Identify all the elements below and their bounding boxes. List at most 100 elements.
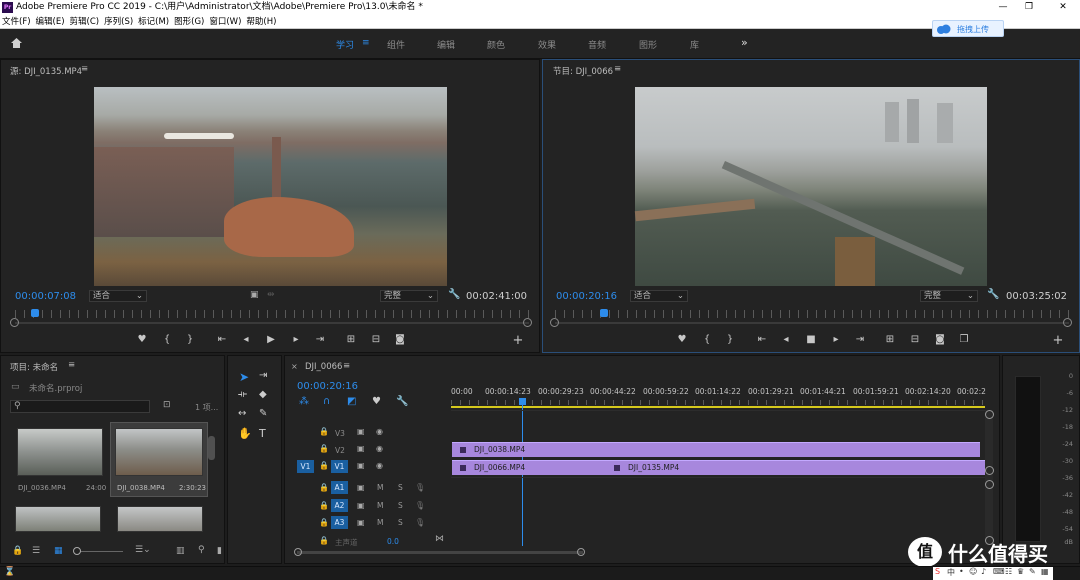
- mute-button[interactable]: M: [377, 501, 383, 510]
- source-patch-v1[interactable]: V1: [297, 460, 314, 473]
- scroll-handle-mid2[interactable]: [985, 480, 994, 489]
- track-select-tool-icon[interactable]: ⇥: [259, 370, 267, 381]
- home-icon[interactable]: [10, 37, 23, 49]
- track-target-a1[interactable]: A1: [331, 481, 348, 494]
- track-target-a2[interactable]: A2: [331, 499, 348, 512]
- mute-button[interactable]: M: [377, 483, 383, 492]
- project-title[interactable]: 项目: 未命名: [10, 361, 58, 373]
- project-search-input[interactable]: ⚲: [10, 400, 150, 413]
- panel-menu-icon[interactable]: ≡: [81, 64, 88, 74]
- minimize-button[interactable]: —: [990, 0, 1016, 15]
- button-editor-icon[interactable]: +: [511, 333, 525, 348]
- step-back-icon[interactable]: ◂: [779, 334, 793, 345]
- wrench-icon[interactable]: 🔧: [448, 289, 460, 300]
- ime-menu-icon[interactable]: ▦: [1041, 567, 1049, 576]
- track-lock-icon[interactable]: 🔒: [319, 461, 329, 470]
- timeline-horizontal-scroll[interactable]: [297, 551, 583, 554]
- overwrite-icon[interactable]: ⊟: [369, 334, 383, 345]
- playhead-handle[interactable]: [519, 398, 526, 405]
- slip-tool-icon[interactable]: ↔: [238, 408, 246, 419]
- ripple-edit-tool-icon[interactable]: ⟛: [238, 389, 247, 400]
- workspace-tab-learn[interactable]: 学习: [336, 38, 354, 51]
- workspace-tab-libraries[interactable]: 库: [690, 38, 699, 51]
- menu-help[interactable]: 帮助(H): [246, 15, 276, 29]
- timeline-tab[interactable]: DJI_0066: [305, 362, 342, 372]
- scroll-handle-top[interactable]: [985, 410, 994, 419]
- zoom-slider[interactable]: [75, 551, 123, 552]
- automate-icon[interactable]: ▥: [176, 546, 185, 556]
- snap-icon[interactable]: ∩: [323, 396, 330, 407]
- track-lock-icon[interactable]: 🔒: [319, 427, 329, 436]
- sync-lock-icon[interactable]: ▣: [357, 518, 365, 527]
- add-marker-icon[interactable]: ♥: [135, 334, 149, 345]
- source-monitor-title[interactable]: 源: DJI_0135.MP4: [10, 65, 82, 77]
- restore-button[interactable]: ❐: [1016, 0, 1042, 15]
- track-lock-icon[interactable]: 🔒: [319, 501, 329, 510]
- timeline-vertical-scroll[interactable]: [985, 410, 993, 545]
- export-frame-icon[interactable]: ⇹: [267, 290, 275, 300]
- pen-tool-icon[interactable]: ✎: [259, 408, 267, 419]
- workspace-tab-editing[interactable]: 编辑: [437, 38, 455, 51]
- status-icon[interactable]: ⌛: [4, 567, 15, 577]
- sync-lock-icon[interactable]: ▣: [357, 427, 365, 436]
- source-playhead-timecode[interactable]: 00:00:07:08: [15, 291, 76, 302]
- insert-icon[interactable]: ⊞: [344, 334, 358, 345]
- ime-punct-icon[interactable]: •: [959, 567, 964, 576]
- step-forward-icon[interactable]: ▸: [289, 334, 303, 345]
- mark-in-icon[interactable]: {: [160, 334, 174, 345]
- source-time-ruler[interactable]: [15, 310, 529, 318]
- program-monitor-title[interactable]: 节目: DJI_0066: [553, 65, 613, 77]
- workspace-tab-audio[interactable]: 音频: [588, 38, 606, 51]
- sort-icon[interactable]: ☰⌄: [135, 545, 151, 555]
- sync-lock-icon[interactable]: ▣: [357, 461, 365, 470]
- workspace-tab-effects[interactable]: 效果: [538, 38, 556, 51]
- lock-icon[interactable]: 🔒: [12, 546, 23, 556]
- program-zoom-bar[interactable]: [555, 322, 1069, 324]
- go-to-in-icon[interactable]: ⇤: [755, 334, 769, 345]
- play-icon[interactable]: ▶: [264, 334, 278, 345]
- timeline-ruler-ticks[interactable]: [451, 400, 985, 405]
- timeline-clip-v2[interactable]: DJI_0038.MP4: [452, 442, 980, 457]
- sync-lock-icon[interactable]: ▣: [357, 501, 365, 510]
- razor-tool-icon[interactable]: ◆: [259, 389, 267, 400]
- clip-thumbnail-0036[interactable]: [17, 428, 103, 476]
- track-target-v1[interactable]: V1: [331, 460, 348, 473]
- clip-thumbnail-next[interactable]: [117, 506, 203, 532]
- compare-view-icon[interactable]: ❐: [957, 334, 971, 345]
- clip-thumbnail-0038[interactable]: [115, 428, 203, 476]
- ime-toolbar[interactable]: S 中 • ☺ ♪ ⌨ ☷ ♛ ✎ ▦: [933, 567, 1053, 580]
- mark-out-icon[interactable]: }: [723, 334, 737, 345]
- program-fit-select[interactable]: 适合 ⌄: [630, 290, 688, 302]
- eye-icon[interactable]: ◉: [376, 444, 383, 453]
- timeline-settings-icon[interactable]: 🔧: [396, 396, 408, 407]
- find-icon[interactable]: ⚲: [198, 545, 205, 555]
- sync-lock-icon[interactable]: ▣: [357, 483, 365, 492]
- button-editor-icon[interactable]: +: [1051, 333, 1065, 348]
- nest-icon[interactable]: ⁂: [299, 396, 309, 407]
- track-lock-icon[interactable]: 🔒: [319, 483, 329, 492]
- menu-window[interactable]: 窗口(W): [209, 15, 241, 29]
- list-view-icon[interactable]: ☰: [32, 546, 40, 556]
- source-quality-select[interactable]: 完整 ⌄: [380, 290, 438, 302]
- panel-menu-icon[interactable]: ≡: [68, 360, 75, 370]
- source-fit-select[interactable]: 适合 ⌄: [89, 290, 147, 302]
- zoom-handle-left[interactable]: [10, 318, 19, 327]
- hand-tool-icon[interactable]: ✋: [238, 427, 252, 440]
- camera-icon[interactable]: ◙: [933, 334, 947, 345]
- menu-graphics[interactable]: 图形(G): [174, 15, 204, 29]
- ime-voice-icon[interactable]: ♪: [981, 567, 986, 576]
- hscroll-handle-right[interactable]: [577, 548, 585, 556]
- ime-emoji-icon[interactable]: ☺: [969, 567, 977, 576]
- zoom-handle-left[interactable]: [550, 318, 559, 327]
- program-playhead-timecode[interactable]: 00:00:20:16: [556, 291, 617, 302]
- track-lock-icon[interactable]: 🔒: [319, 518, 329, 527]
- icon-view-icon[interactable]: ▦: [54, 546, 63, 556]
- upload-widget[interactable]: 拖拽上传: [932, 20, 1004, 37]
- timeline-clip-v1b[interactable]: DJI_0135.MP4: [606, 460, 985, 475]
- ime-toolbox-icon[interactable]: ☷: [1005, 567, 1012, 576]
- mic-icon[interactable]: 🎙: [415, 483, 425, 492]
- settings-small-icon[interactable]: ▣: [250, 290, 259, 300]
- close-button[interactable]: ✕: [1050, 0, 1076, 15]
- workspace-tab-graphics[interactable]: 图形: [639, 38, 657, 51]
- menu-file[interactable]: 文件(F): [2, 15, 31, 29]
